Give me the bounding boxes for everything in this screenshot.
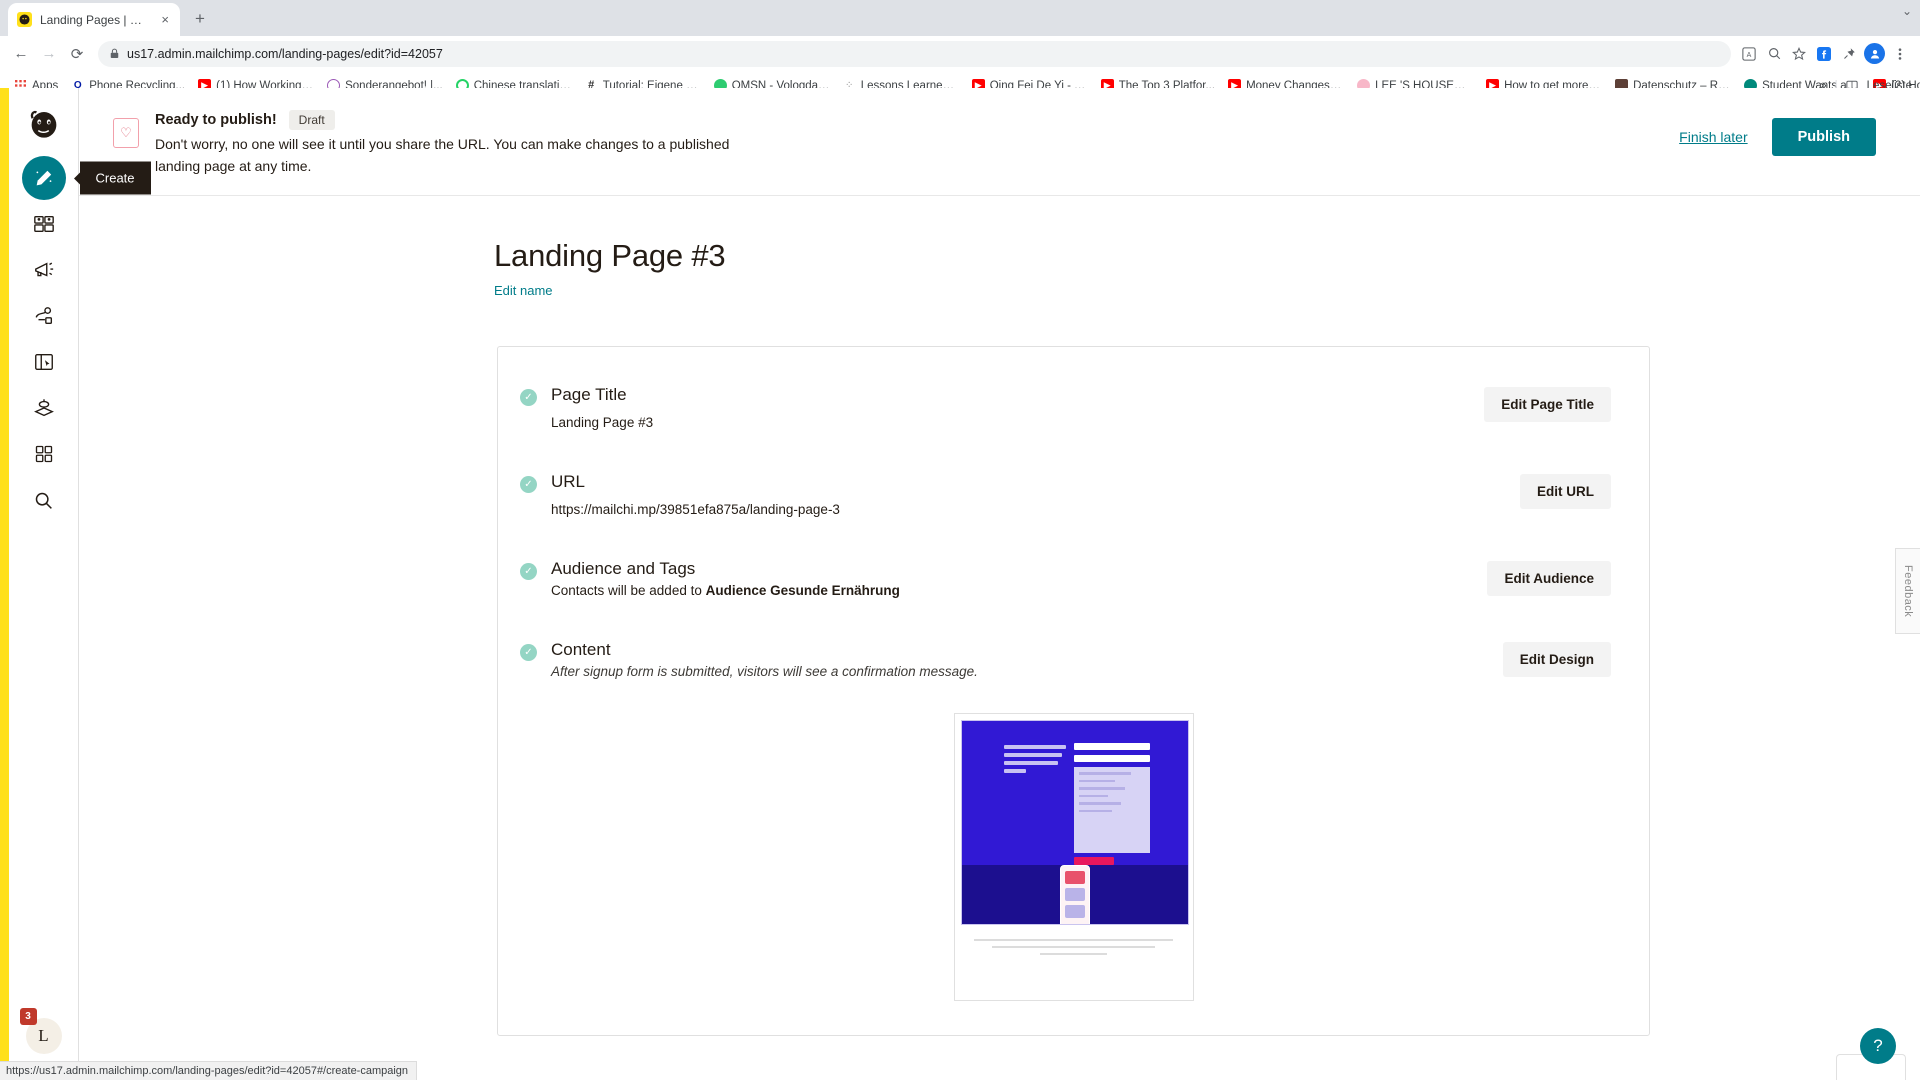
mailchimp-logo[interactable]	[22, 100, 66, 144]
preview-headline	[1003, 737, 1066, 865]
preview-signup-form	[1073, 737, 1150, 866]
megaphone-icon	[34, 262, 53, 277]
menu-icon[interactable]	[1890, 44, 1910, 64]
preview-form-panel	[1073, 767, 1150, 854]
navigation-bar: ← → ⟳ us17.admin.mailchimp.com/landing-p…	[0, 36, 1920, 72]
section-value-row: Contacts will be added to Audience Gesun…	[551, 583, 1487, 598]
close-icon[interactable]: ×	[159, 13, 171, 26]
sidebar-item-search[interactable]	[22, 478, 66, 522]
banner-description: Don't worry, no one will see it until yo…	[155, 136, 730, 174]
edit-url-button[interactable]: Edit URL	[1520, 474, 1611, 510]
preview-caption	[961, 939, 1187, 956]
reload-button[interactable]: ⟳	[64, 41, 90, 67]
section-title: Audience and Tags	[551, 559, 696, 579]
section-content: ✓ Content After signup form is submitted…	[498, 610, 1649, 691]
edit-design-button[interactable]: Edit Design	[1502, 642, 1611, 678]
sidebar-item-audience[interactable]	[22, 202, 66, 246]
section-title: Page Title	[551, 385, 627, 405]
sidebar: Create 3 L	[9, 88, 151, 1080]
publish-button[interactable]: Publish	[1771, 118, 1876, 156]
preview-frame	[960, 720, 1189, 926]
section-value: Contacts will be added to	[551, 583, 706, 599]
brand-rail	[0, 88, 9, 1080]
url-text: us17.admin.mailchimp.com/landing-pages/e…	[127, 46, 443, 61]
banner-heading-row: Ready to publish! Draft	[155, 110, 1663, 130]
website-icon	[34, 353, 53, 371]
bookmark-star-icon[interactable]	[1789, 44, 1809, 64]
sidebar-item-integrations[interactable]	[22, 432, 66, 476]
section-title: Content	[551, 640, 611, 660]
preview-hero	[961, 721, 1188, 866]
mailchimp-favicon	[17, 12, 32, 27]
sidebar-item-automations[interactable]	[22, 294, 66, 338]
sidebar-tooltip: Create	[79, 161, 151, 195]
main-content: ♡ Ready to publish! Draft Don't worry, n…	[79, 88, 1920, 1080]
browser-tab[interactable]: Landing Pages | Mailchimp ×	[8, 3, 180, 36]
translate-icon[interactable]: A	[1739, 44, 1759, 64]
grid-icon	[35, 445, 52, 463]
audience-name: Audience Gesunde Ernährung	[705, 583, 900, 599]
page-header: Landing Page #3 Edit name	[79, 196, 1920, 300]
window-minimize-icon[interactable]: ⌄	[1902, 4, 1912, 18]
check-circle-icon: ✓	[520, 389, 537, 407]
lock-icon	[110, 48, 119, 59]
mailchimp-app: Create 3 L ♡ Ready to publish! Draft Don…	[0, 88, 1920, 1080]
section-value: After signup form is submitted, visitors…	[551, 664, 978, 680]
new-tab-button[interactable]: +	[186, 5, 214, 33]
address-bar[interactable]: us17.admin.mailchimp.com/landing-pages/e…	[98, 40, 1731, 67]
tab-title: Landing Pages | Mailchimp	[40, 12, 152, 27]
toolbar-icons: A	[1739, 43, 1912, 64]
facebook-icon[interactable]	[1814, 44, 1834, 64]
page-title: Landing Page #3	[494, 238, 726, 274]
help-button[interactable]: ?	[1860, 1028, 1896, 1064]
account-avatar-wrapper[interactable]: 3 L	[19, 1008, 62, 1054]
section-value: https://mailchi.mp/39851efa875a/landing-…	[551, 502, 840, 518]
profile-avatar-icon[interactable]	[1864, 43, 1885, 64]
sidebar-item-campaigns[interactable]	[22, 248, 66, 292]
banner-title: Ready to publish!	[155, 112, 277, 128]
check-circle-icon: ✓	[520, 563, 537, 581]
preview-phone-mockup	[1059, 865, 1090, 925]
notification-badge: 3	[19, 1008, 37, 1025]
sidebar-item-website[interactable]	[22, 340, 66, 384]
preview-phone-section	[961, 865, 1188, 925]
check-circle-icon: ✓	[520, 476, 537, 494]
publish-banner: ♡ Ready to publish! Draft Don't worry, n…	[79, 88, 1920, 196]
status-badge: Draft	[288, 110, 335, 130]
edit-name-link[interactable]: Edit name	[494, 283, 553, 298]
svg-text:A: A	[1747, 52, 1752, 59]
section-url: ✓ URL https://mailchi.mp/39851efa875a/la…	[498, 442, 1649, 529]
browser-window: Landing Pages | Mailchimp × + ⌄ ← → ⟳ us…	[0, 0, 1920, 1080]
section-audience-and-tags: ✓ Audience and Tags Contacts will be add…	[498, 529, 1649, 610]
heart-card-icon: ♡	[113, 118, 139, 148]
edit-audience-button[interactable]: Edit Audience	[1487, 561, 1611, 597]
setup-checklist-card: ✓ Page Title Landing Page #3 Edit Page T…	[497, 346, 1650, 1037]
preview-cta-button	[1073, 857, 1114, 866]
content-studio-icon	[33, 399, 54, 417]
edit-page-title-button[interactable]: Edit Page Title	[1484, 387, 1611, 423]
zoom-icon[interactable]	[1764, 44, 1784, 64]
banner-actions: Finish later Publish	[1679, 106, 1876, 156]
landing-page-preview-thumbnail[interactable]	[953, 713, 1194, 1002]
check-circle-icon: ✓	[520, 644, 537, 662]
sidebar-item-create[interactable]: Create	[21, 156, 151, 200]
audience-icon	[33, 215, 54, 233]
pin-icon[interactable]	[1839, 44, 1859, 64]
status-bar-url: https://us17.admin.mailchimp.com/landing…	[0, 1061, 418, 1080]
forward-button[interactable]: →	[36, 41, 62, 67]
section-title: URL	[551, 472, 586, 492]
back-button[interactable]: ←	[8, 41, 34, 67]
feedback-tab[interactable]: Feedback	[1895, 548, 1920, 635]
pencil-magic-icon	[36, 170, 52, 185]
sidebar-item-content-studio[interactable]	[22, 386, 66, 430]
section-value: Landing Page #3	[551, 415, 654, 431]
section-page-title: ✓ Page Title Landing Page #3 Edit Page T…	[498, 373, 1649, 442]
automations-icon	[35, 307, 52, 325]
banner-text: Ready to publish! Draft Don't worry, no …	[155, 106, 1663, 177]
search-icon	[35, 492, 52, 509]
finish-later-link[interactable]: Finish later	[1679, 129, 1747, 145]
tab-strip: Landing Pages | Mailchimp × + ⌄	[0, 0, 1920, 36]
